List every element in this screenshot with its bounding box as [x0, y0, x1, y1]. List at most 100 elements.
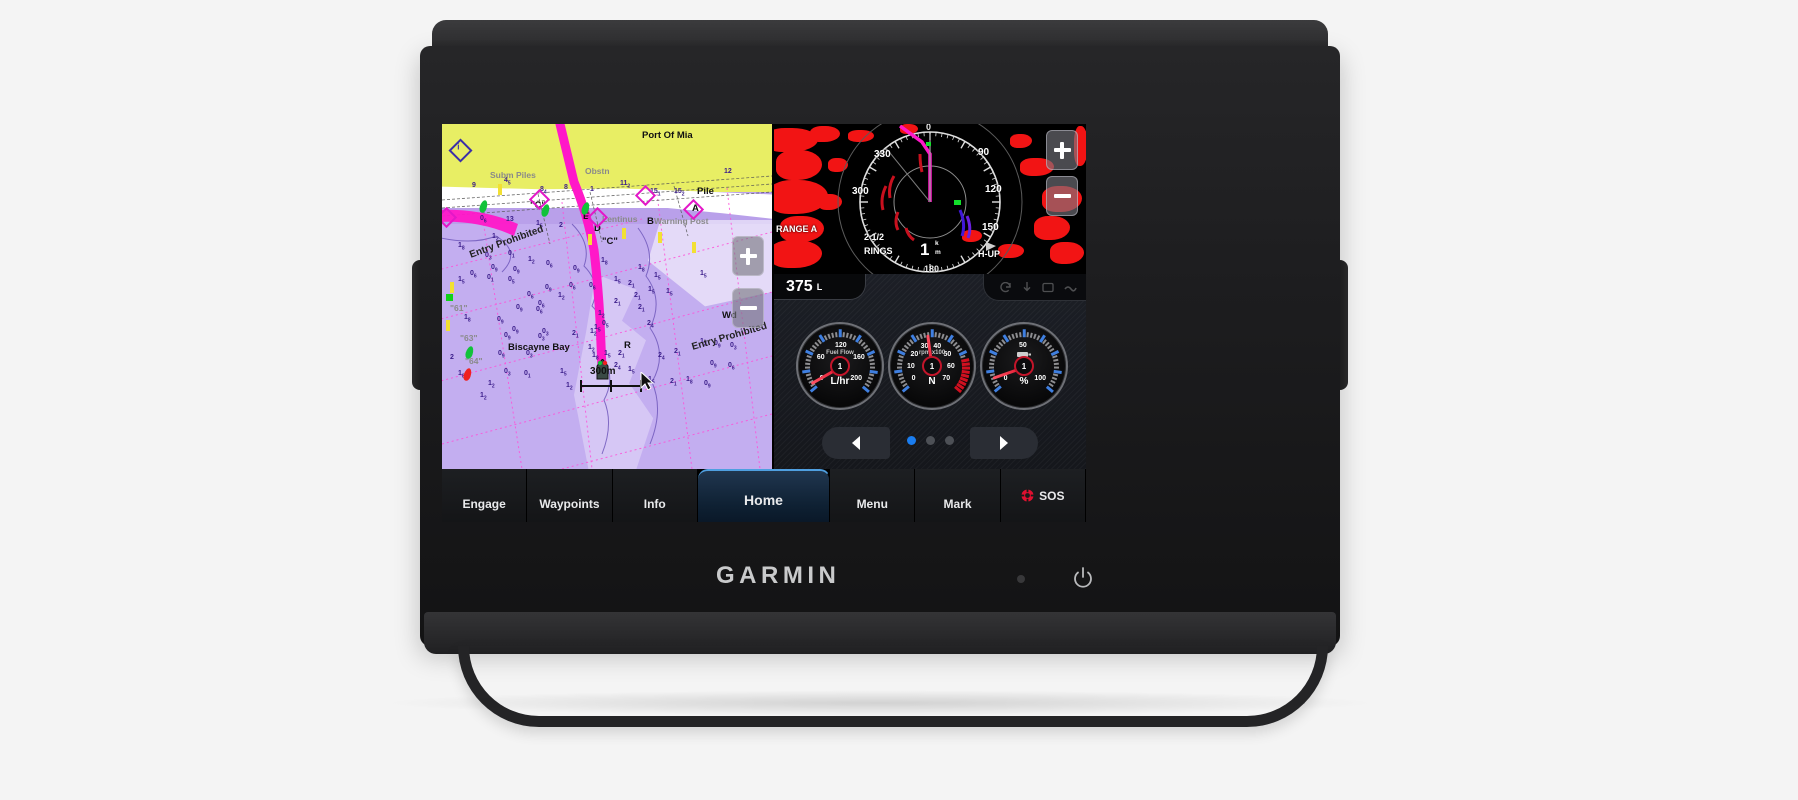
- depth-sounding: 09: [491, 264, 498, 274]
- chart-landmass: [442, 124, 772, 192]
- gauges-page-dots[interactable]: [774, 436, 1086, 445]
- depth-sounding: 1: [590, 186, 594, 193]
- gauge-engine-number: 1: [1014, 356, 1034, 376]
- nav-item-label: Menu: [856, 497, 888, 511]
- chart-buoy-yellow-5[interactable]: [692, 242, 696, 253]
- gauge-scale-label: 120: [835, 342, 847, 349]
- radar-zoom-in-button[interactable]: [1046, 130, 1078, 170]
- chart-zoom-out-button[interactable]: [732, 288, 764, 328]
- gauge-scale-label: 60: [946, 362, 955, 370]
- depth-sounding: 12: [598, 310, 605, 320]
- gauge-tick: [1022, 329, 1026, 338]
- page-dot[interactable]: [906, 436, 916, 445]
- chart-feature-label: Pile: [697, 186, 714, 197]
- depth-sounding: 21: [628, 280, 635, 290]
- depth-sounding: 15: [458, 276, 465, 286]
- nav-item-waypoints[interactable]: Waypoints: [527, 469, 613, 522]
- gauge-tick: [988, 366, 995, 369]
- gauge-tick: [827, 333, 831, 340]
- chart-feature-label: Obstn: [585, 166, 610, 176]
- power-button[interactable]: [1070, 566, 1096, 592]
- chart-buoy-yellow-3[interactable]: [622, 228, 626, 239]
- radar-rings-label: RINGS: [864, 246, 893, 256]
- wave-icon[interactable]: [1064, 282, 1077, 293]
- depth-sounding: 8: [564, 184, 568, 191]
- nav-item-mark[interactable]: Mark: [915, 469, 1001, 522]
- depth-sounding: 09: [504, 332, 511, 342]
- depth-sounding: 112: [620, 180, 631, 190]
- depth-sounding: 21: [614, 298, 621, 308]
- chart-pane[interactable]: 9 45 84 8 1 112 151 152 12 13 15 2 06 12 18 03 01 12 06 09 0…: [442, 124, 772, 469]
- nav-item-engage[interactable]: Engage: [442, 469, 528, 522]
- depth-sounding: 15: [700, 270, 707, 280]
- depth-sounding: 03: [538, 333, 545, 343]
- depth-sounding: 06: [546, 260, 553, 270]
- download-icon[interactable]: [1022, 281, 1032, 293]
- depth-sounding: 06: [480, 215, 487, 225]
- depth-sounding: 21: [572, 330, 579, 340]
- depth-sounding: 21: [638, 304, 645, 314]
- nav-item-label: Engage: [462, 497, 506, 511]
- gauge-tick: [869, 366, 876, 369]
- depth-sounding: 18: [601, 257, 608, 267]
- gauge-tachometer[interactable]: 0 10 20 30 40 50 60 70 rpm x100 N 1: [888, 322, 976, 410]
- nav-item-info[interactable]: Info: [612, 469, 698, 522]
- radar-pane[interactable]: 330 300 90 120 150 180 0 RANGE A 2 1/2 R…: [774, 124, 1086, 274]
- gauge-fuel-level[interactable]: 0 50 100% 1: [980, 322, 1068, 410]
- depth-sounding: 09: [498, 350, 505, 360]
- depth-sounding: 21: [634, 292, 641, 302]
- gauge-scale-label: 50: [1019, 342, 1027, 349]
- radar-orientation-label: H-UP: [978, 249, 1000, 259]
- chart-place-label: Biscayne Bay: [508, 342, 570, 353]
- page-dot[interactable]: [925, 436, 935, 445]
- radar-bearing-150: 150: [982, 222, 999, 233]
- gauge-tick: [989, 362, 995, 366]
- gauge-scale-label: 10: [907, 362, 915, 370]
- depth-sounding: 06: [527, 291, 534, 301]
- gauge-tick: [804, 366, 811, 369]
- chart-buoy-yellow-1[interactable]: [498, 184, 502, 195]
- depth-sounding: 15: [666, 288, 673, 298]
- chart-buoy-yellow-2[interactable]: [588, 234, 592, 245]
- chart-buoy-yellow-4[interactable]: [658, 232, 662, 243]
- garmin-logo: GARMIN: [716, 562, 841, 589]
- depth-sounding: 09: [512, 326, 519, 336]
- gauge-tick: [1015, 332, 1019, 338]
- gauges-header-icons[interactable]: [983, 274, 1086, 301]
- nav-item-sos[interactable]: SOS: [1000, 469, 1086, 522]
- bottom-navigation-bar: Engage Waypoints Info Home Menu Mark SOS: [442, 469, 1086, 522]
- nav-item-menu[interactable]: Menu: [830, 469, 916, 522]
- depth-sounding: 01: [524, 370, 531, 380]
- chart-marker-square-green[interactable]: [446, 294, 453, 301]
- gauge-tick: [805, 362, 811, 366]
- ambient-light-sensor: [1017, 575, 1025, 583]
- refresh-icon[interactable]: [999, 281, 1012, 293]
- depth-sounding: 06: [569, 282, 576, 292]
- radar-zoom-out-button[interactable]: [1046, 176, 1078, 216]
- chart-zoom-in-button[interactable]: [732, 236, 764, 276]
- arrow-right-icon: [1000, 436, 1008, 450]
- radar-rings-value: 2 1/2: [864, 232, 885, 242]
- depth-sounding: 24: [647, 320, 654, 330]
- gauge-tick: [1053, 366, 1060, 369]
- nav-item-label: Mark: [943, 497, 972, 511]
- radar-bearing-120: 120: [985, 184, 1002, 195]
- fuel-remaining-readout[interactable]: 375 L: [774, 274, 866, 300]
- gauge-tick: [831, 332, 835, 338]
- radar-bearing-0: 0: [926, 124, 932, 132]
- screen-icon[interactable]: [1042, 282, 1054, 293]
- nav-item-home[interactable]: Home: [697, 469, 831, 522]
- page-dot[interactable]: [944, 436, 954, 445]
- depth-sounding: 18: [464, 314, 471, 324]
- chart-buoy-yellow-6[interactable]: [450, 282, 454, 293]
- depth-sounding: 24: [658, 352, 665, 362]
- gauge-fuel-flow[interactable]: 060120160200Fuel FlowL/hr1: [796, 322, 884, 410]
- gauges-next-button[interactable]: [970, 427, 1038, 459]
- radar-range-label: RANGE A: [776, 224, 818, 234]
- fuel-remaining-value: 375: [786, 277, 813, 295]
- chart-buoy-yellow-7[interactable]: [446, 320, 450, 331]
- nav-item-label: Home: [744, 492, 783, 508]
- gauge-tick: [869, 362, 875, 366]
- gauges-pane[interactable]: 375 L 60 120 160 200 Fuel Flow L/hr 1 0 …: [774, 274, 1086, 469]
- nav-item-label: SOS: [1039, 488, 1065, 503]
